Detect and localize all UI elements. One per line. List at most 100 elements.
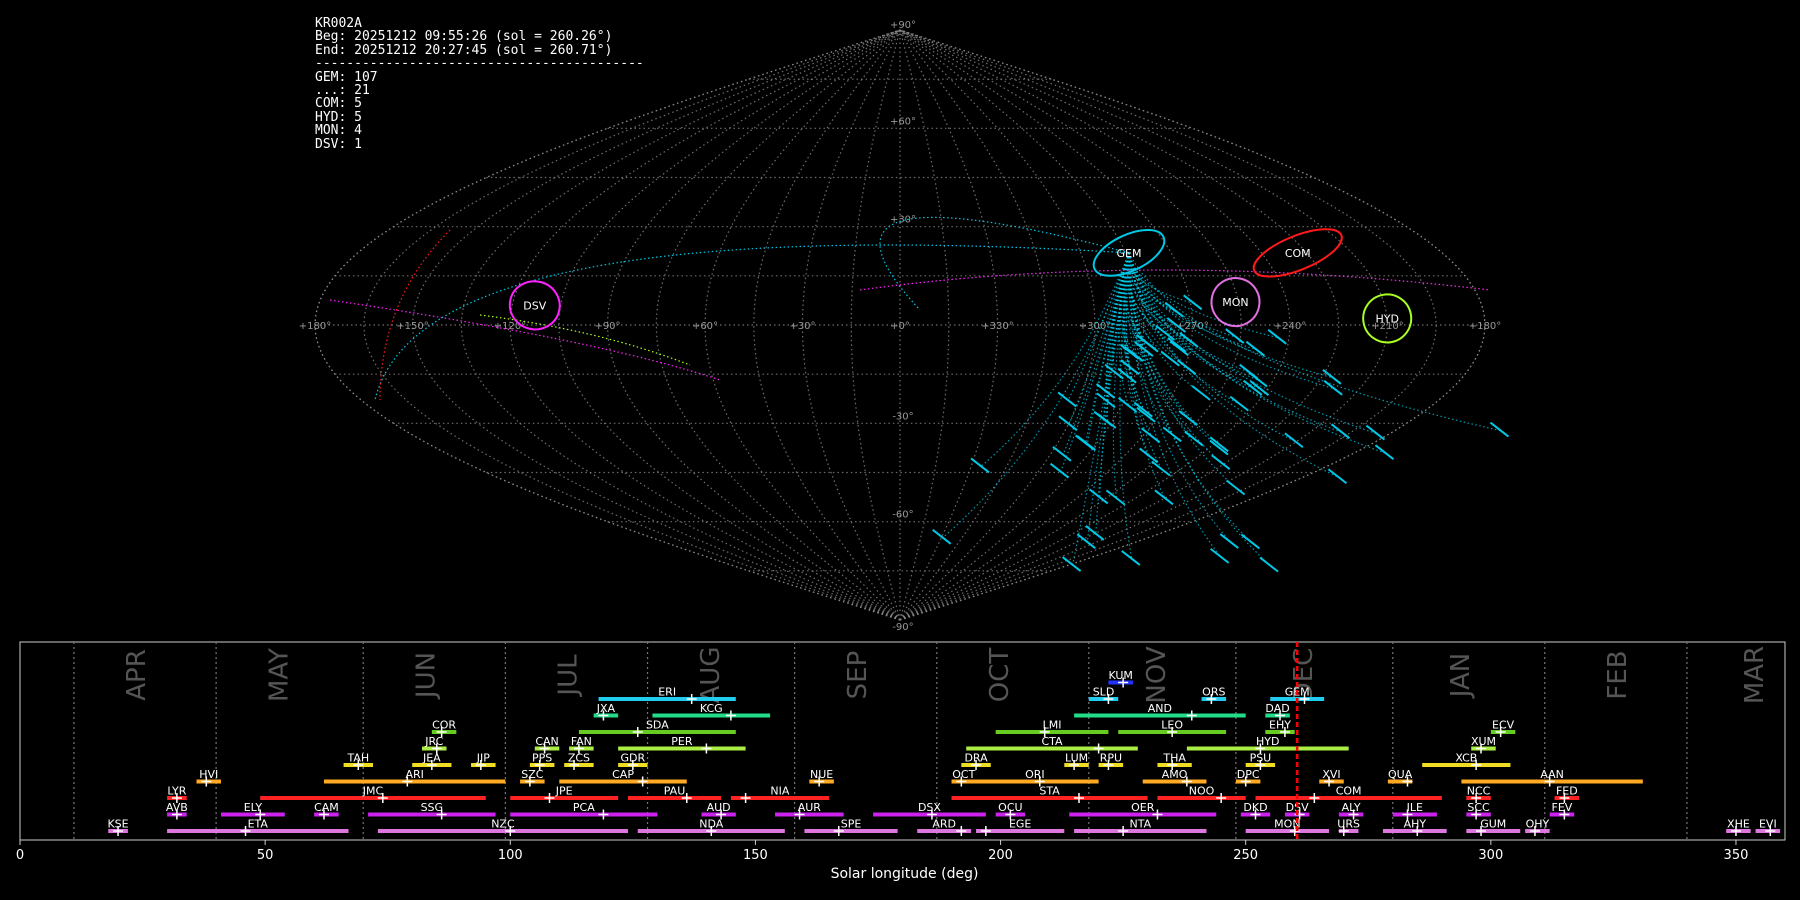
gem-meteor-trail: [1128, 252, 1260, 382]
gem-meteor-segment: [1284, 432, 1304, 449]
month-label-oct: OCT: [985, 648, 1015, 703]
radiant-dsv-label: DSV: [523, 299, 546, 312]
gem-meteor-trail: [879, 216, 1130, 311]
gem-meteor-segment: [1141, 427, 1161, 444]
shower-label-ssg: SSG: [421, 801, 444, 814]
shower-label-urs: URS: [1337, 818, 1360, 831]
lon-tick-label: +240°: [1274, 321, 1306, 332]
lat-tick-label: +30°: [890, 215, 916, 226]
gem-meteor-segment: [970, 457, 990, 474]
shower-label-kcg: KCG: [700, 702, 723, 715]
shower-label-nda: NDA: [699, 818, 724, 831]
gem-meteor-segment: [1139, 447, 1159, 464]
gem-meteor-trail: [1086, 252, 1130, 543]
gem-meteor-segment: [1076, 435, 1096, 451]
shower-label-lyr: LYR: [167, 785, 186, 798]
shower-label-sta: STA: [1039, 785, 1060, 798]
month-label-jul: JUL: [554, 654, 584, 698]
shower-label-ard: ARD: [932, 818, 956, 831]
shower-label-evi: EVI: [1759, 818, 1777, 831]
shower-label-hyd: HYD: [1256, 735, 1279, 748]
shower-label-ors: ORS: [1202, 686, 1225, 699]
shower-label-fan: FAN: [571, 735, 592, 748]
shower-label-qua: QUA: [1388, 768, 1413, 781]
shower-label-nzc: NZC: [491, 818, 515, 831]
month-label-aug: AUG: [696, 647, 726, 704]
shower-label-pca: PCA: [573, 801, 595, 814]
gem-meteor-trail: [1128, 252, 1377, 435]
gem-meteor-segment: [1327, 468, 1348, 485]
gem-meteor-segment: [1183, 294, 1203, 311]
x-tick-label: 250: [1233, 848, 1258, 863]
gem-meteor-segment: [1489, 421, 1510, 438]
meteor-trails-group: [329, 216, 1510, 573]
shower-label-dad: DAD: [1265, 702, 1289, 715]
shower-label-cta: CTA: [1041, 735, 1063, 748]
radiant-gem-label: GEM: [1117, 247, 1142, 260]
x-tick-label: 300: [1478, 848, 1503, 863]
month-label-jan: JAN: [1446, 653, 1476, 699]
shower-label-gdr: GDR: [621, 752, 646, 765]
gem-meteor-trail: [1123, 252, 1151, 457]
gem-meteor-segment: [1076, 533, 1096, 549]
shower-label-tah: TAH: [346, 752, 369, 765]
radiant-com-label: COM: [1285, 247, 1311, 260]
month-label-sep: SEP: [843, 651, 873, 700]
shower-label-jpe: JPE: [555, 785, 573, 798]
shower-label-xcb: XCB: [1455, 752, 1477, 765]
shower-label-oct: OCT: [952, 768, 975, 781]
shower-label-sda: SDA: [646, 719, 669, 732]
shower-label-aly: ALY: [1342, 801, 1361, 814]
x-tick-label: 200: [988, 848, 1013, 863]
gem-meteor-trail: [374, 244, 1130, 401]
shower-label-szc: SZC: [521, 768, 544, 781]
shower-timeline-chart: APR MAY JUN JUL AUG SEP OCT NOV DEC JAN FEB MARKUME…: [16, 641, 1786, 882]
lon-tick-label: +150°: [396, 321, 428, 332]
gem-meteor-segment: [1133, 401, 1153, 418]
gem-meteor-segment: [1229, 395, 1249, 412]
shower-label-zcs: ZCS: [568, 752, 590, 765]
gem-meteor-segment: [1330, 423, 1351, 439]
gem-meteor-segment: [1365, 424, 1386, 441]
x-tick-label: 0: [16, 848, 24, 863]
gem-meteor-segment: [1259, 556, 1279, 573]
lon-tick-label: +180°: [1469, 321, 1501, 332]
gem-meteor-segment: [1151, 460, 1171, 477]
shower-label-gum: GUM: [1480, 818, 1506, 831]
shower-label-ege: EGE: [1009, 818, 1031, 831]
gem-meteor-trail: [1128, 252, 1334, 379]
shower-label-xum: XUM: [1471, 735, 1496, 748]
shower-label-xhe: XHE: [1727, 818, 1750, 831]
shower-label-jxa: JXA: [596, 702, 616, 715]
gem-meteor-trail: [1128, 252, 1223, 464]
month-label-nov: NOV: [1142, 646, 1172, 703]
shower-label-nia: NIA: [770, 785, 789, 798]
month-label-feb: FEB: [1603, 650, 1633, 699]
month-label-jun: JUN: [411, 652, 441, 700]
lat-tick-label: +90°: [890, 20, 916, 31]
shower-label-ohy: OHY: [1526, 818, 1550, 831]
shower-label-lum: LUM: [1065, 752, 1088, 765]
gem-meteor-segment: [1209, 439, 1229, 456]
sporadic-meteor-trail: [859, 269, 1491, 291]
shower-label-aan: AAN: [1540, 768, 1564, 781]
shower-label-noo: NOO: [1189, 785, 1215, 798]
gem-meteor-segment: [1061, 556, 1082, 572]
shower-label-dra: DRA: [964, 752, 988, 765]
gem-meteor-segment: [1057, 391, 1077, 408]
lon-tick-label: +330°: [981, 321, 1013, 332]
radiant-mon-label: MON: [1222, 296, 1248, 309]
shower-label-tha: THA: [1162, 752, 1186, 765]
shower-label-aud: AUD: [707, 801, 731, 814]
shower-label-ile: ILE: [1407, 801, 1423, 814]
shower-label-ari: ARI: [405, 768, 423, 781]
gem-meteor-trail: [1128, 252, 1342, 433]
shower-label-dpc: DPC: [1237, 768, 1260, 781]
gem-meteor-segment: [1225, 479, 1246, 496]
shower-label-pau: PAU: [664, 785, 686, 798]
shower-label-can: CAN: [535, 735, 558, 748]
shower-label-ehy: EHY: [1269, 719, 1291, 732]
shower-label-jmc: JMC: [362, 785, 384, 798]
shower-label-sld: SLD: [1093, 686, 1115, 699]
gem-meteor-trail: [1095, 252, 1130, 534]
